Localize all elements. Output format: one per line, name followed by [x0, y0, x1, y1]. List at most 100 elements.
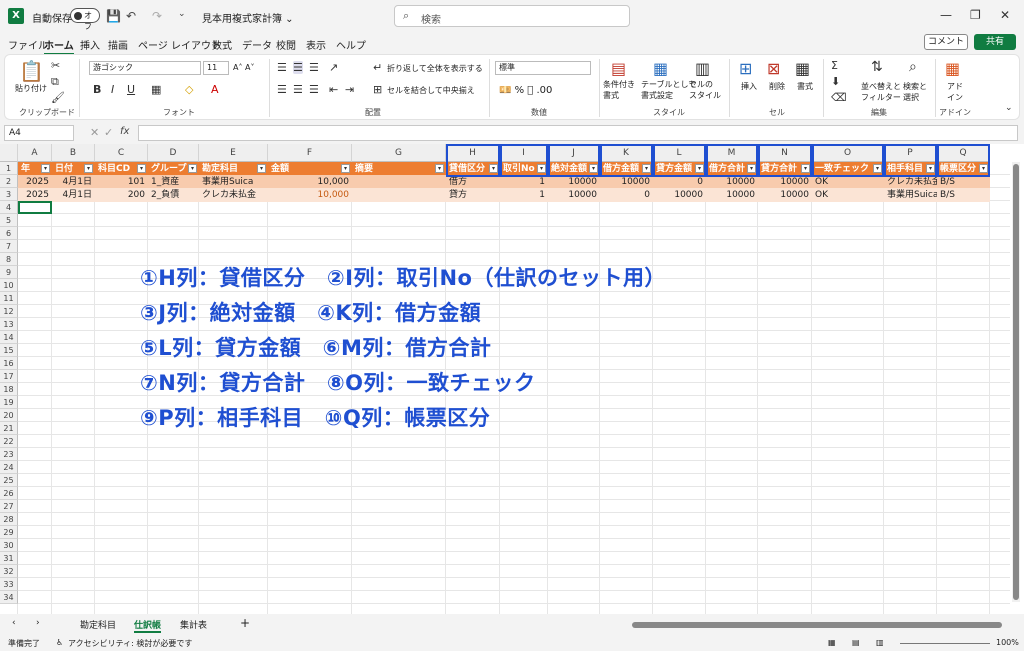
clear-icon[interactable]: ⌫: [831, 91, 847, 104]
sort-filter-label[interactable]: 並べ替えと フィルター: [861, 81, 901, 103]
row-header[interactable]: 8: [0, 253, 18, 266]
row-header[interactable]: 15: [0, 344, 18, 357]
table-cell[interactable]: 101: [95, 175, 148, 189]
number-format-select[interactable]: 標準: [495, 61, 591, 75]
format-as-table-label[interactable]: テーブルとして 書式設定: [641, 79, 696, 101]
restore-icon[interactable]: ❐: [970, 8, 981, 22]
collapse-ribbon-icon[interactable]: ⌄: [1005, 103, 1013, 113]
comment-button[interactable]: コメント: [924, 34, 968, 50]
paste-icon[interactable]: 📋: [19, 59, 44, 83]
row-header[interactable]: 22: [0, 435, 18, 448]
tab-review[interactable]: 校閲: [276, 37, 296, 52]
copy-icon[interactable]: ⧉: [51, 75, 59, 89]
enter-icon[interactable]: ✓: [104, 126, 113, 139]
row-header[interactable]: 33: [0, 578, 18, 591]
table-header-cell[interactable]: 金額: [268, 162, 352, 176]
column-header[interactable]: A: [18, 144, 52, 162]
wrap-text-label[interactable]: 折り返して全体を表示する: [387, 63, 483, 74]
format-painter-icon[interactable]: 🖌: [51, 91, 65, 104]
accessibility-status[interactable]: アクセシビリティ: 検討が必要です: [68, 638, 192, 649]
conditional-format-icon[interactable]: ▤: [611, 59, 626, 78]
table-cell[interactable]: 1: [500, 188, 548, 202]
find-select-label[interactable]: 検索と 選択: [903, 81, 927, 103]
next-sheet-icon[interactable]: ›: [36, 618, 40, 628]
table-cell[interactable]: 4月1日: [52, 188, 95, 202]
table-cell[interactable]: B/S: [937, 175, 990, 189]
prev-sheet-icon[interactable]: ‹: [12, 618, 16, 628]
autosave-toggle[interactable]: オフ: [70, 8, 100, 31]
tab-data[interactable]: データ: [242, 37, 272, 52]
row-header[interactable]: 16: [0, 357, 18, 370]
row-header[interactable]: 5: [0, 214, 18, 227]
table-cell[interactable]: 0: [653, 175, 706, 189]
table-cell[interactable]: 10000: [548, 188, 600, 202]
table-cell[interactable]: OK: [812, 175, 884, 189]
sheet-tab-accounts[interactable]: 勘定科目: [80, 618, 116, 631]
worksheet-grid[interactable]: A B C D E F G H I J K L M N O P Q 1 2 3 4 5 6 7 8 9 10 11 12 13 14 15 16…: [0, 144, 1024, 614]
filter-dropdown-icon[interactable]: ▾: [435, 164, 444, 173]
align-left-icon[interactable]: ☰: [277, 83, 287, 96]
filter-dropdown-icon[interactable]: ▾: [341, 164, 350, 173]
tab-help[interactable]: ヘルプ: [336, 37, 366, 52]
page-layout-view-icon[interactable]: ▤: [852, 638, 860, 647]
active-cell[interactable]: [18, 201, 52, 214]
row-header[interactable]: 3: [0, 188, 18, 201]
format-cells-label[interactable]: 書式: [797, 81, 813, 92]
normal-view-icon[interactable]: ▦: [828, 638, 836, 647]
redo-icon[interactable]: ↷: [152, 9, 162, 23]
cell-styles-label[interactable]: セルの スタイル: [689, 79, 721, 101]
row-header[interactable]: 34: [0, 591, 18, 604]
table-header-cell[interactable]: 摘要: [352, 162, 446, 176]
tab-home[interactable]: ホーム: [44, 37, 74, 55]
addins-icon[interactable]: ▦: [945, 59, 960, 78]
column-header[interactable]: E: [199, 144, 268, 162]
delete-cells-label[interactable]: 削除: [769, 81, 785, 92]
orientation-icon[interactable]: ↗: [329, 61, 338, 74]
row-header[interactable]: 17: [0, 370, 18, 383]
table-cell[interactable]: 4月1日: [52, 175, 95, 189]
sort-filter-icon[interactable]: ⇅: [871, 59, 883, 75]
insert-function-icon[interactable]: fx: [120, 126, 129, 137]
column-header[interactable]: D: [148, 144, 199, 162]
name-box[interactable]: A4: [4, 125, 74, 141]
table-cell[interactable]: 2025: [18, 175, 52, 189]
tab-draw[interactable]: 描画: [108, 37, 128, 52]
row-header[interactable]: 11: [0, 292, 18, 305]
number-format-icons[interactable]: 💴 % ﾟ .00: [499, 85, 552, 96]
zoom-slider[interactable]: [900, 643, 990, 644]
filter-dropdown-icon[interactable]: ▾: [41, 164, 50, 173]
cancel-icon[interactable]: ✕: [90, 126, 99, 139]
row-header[interactable]: 23: [0, 448, 18, 461]
table-cell[interactable]: [352, 188, 446, 202]
table-cell[interactable]: 10,000: [268, 175, 352, 189]
page-break-view-icon[interactable]: ▥: [876, 638, 884, 647]
align-bottom-icon[interactable]: ☰: [309, 61, 319, 74]
conditional-format-label[interactable]: 条件付き 書式: [603, 79, 635, 101]
table-cell[interactable]: OK: [812, 188, 884, 202]
merge-center-icon[interactable]: ⊞: [373, 83, 382, 96]
table-cell[interactable]: 10,000: [268, 188, 352, 202]
column-header[interactable]: C: [95, 144, 148, 162]
column-header[interactable]: G: [352, 144, 446, 162]
row-header[interactable]: 28: [0, 513, 18, 526]
tab-file[interactable]: ファイル: [8, 37, 48, 52]
fill-color-icon[interactable]: ◇: [185, 83, 193, 96]
bold-icon[interactable]: B: [93, 83, 101, 96]
table-cell[interactable]: [352, 175, 446, 189]
indent-icon[interactable]: ⇤: [329, 83, 338, 96]
row-header[interactable]: 1: [0, 162, 18, 175]
document-title[interactable]: 見本用複式家計簿 ⌄: [202, 10, 294, 25]
row-header[interactable]: 19: [0, 396, 18, 409]
filter-dropdown-icon[interactable]: ▾: [188, 164, 197, 173]
outdent-icon[interactable]: ⇥: [345, 83, 354, 96]
table-cell[interactable]: 1_資産: [148, 175, 199, 189]
wrap-text-icon[interactable]: ↵: [373, 61, 382, 74]
row-header[interactable]: 2: [0, 175, 18, 188]
close-icon[interactable]: ✕: [1000, 8, 1010, 22]
align-middle-icon[interactable]: ☰: [293, 61, 303, 74]
row-header[interactable]: 30: [0, 539, 18, 552]
table-cell[interactable]: 200: [95, 188, 148, 202]
add-sheet-button[interactable]: +: [240, 616, 250, 630]
insert-cells-label[interactable]: 挿入: [741, 81, 757, 92]
sheet-tab-journal[interactable]: 仕訳帳: [134, 618, 162, 633]
